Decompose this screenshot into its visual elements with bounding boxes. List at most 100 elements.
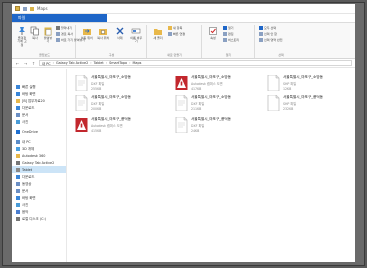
- drive-icon: [16, 167, 20, 172]
- forward-arrow-icon[interactable]: →: [23, 61, 28, 66]
- properties-check-icon: [209, 27, 217, 35]
- nav-item[interactable]: 음악: [12, 208, 66, 215]
- nav-item[interactable]: [B] 업무자료20: [12, 97, 66, 104]
- autocad-file-icon: [175, 75, 188, 91]
- ribbon-group-organize: 이동 위치 복사 위치 삭제 이름 바꾸기 구성: [77, 25, 147, 58]
- pin-quick-access-button[interactable]: 즐겨찾기에 고정: [17, 26, 27, 47]
- file-meta: 서울특별시_마포구_풍덕동 SHP 파일 232KB: [283, 95, 323, 111]
- copy-to-button[interactable]: 복사 위치: [97, 26, 111, 40]
- file-item[interactable]: 서울특별시_마포구_소망동 DXF 파일 255KB: [75, 74, 170, 92]
- ribbon-group-clipboard: 즐겨찾기에 고정 복사 붙여넣기 잘라내기 경로 복사 바로 가기 붙여넣기 클…: [14, 25, 85, 58]
- breadcrumb-item[interactable]: SmartTopo: [109, 61, 127, 65]
- copy-button[interactable]: 복사: [30, 26, 40, 40]
- breadcrumb[interactable]: 내 PC › Galaxy Tab Active2 › Tablet › SmartT…: [39, 60, 352, 66]
- delete-button[interactable]: 삭제: [113, 26, 127, 40]
- ribbon-tabs: 파일 홈 공유 보기: [12, 14, 355, 23]
- new-folder-icon: [154, 29, 162, 35]
- invert-selection-button[interactable]: 선택 영역 반전: [259, 38, 282, 42]
- select-none-label: 선택 안 함: [264, 32, 277, 36]
- file-item[interactable]: 서울특별시_마포구_풍덕동 SHP 파일 232KB: [267, 94, 355, 112]
- file-item[interactable]: 서울특별시_마포구_소망동 DXF 파일 211KB: [175, 94, 270, 112]
- nav-item-label: 사진: [22, 203, 29, 207]
- nav-item-label: 문서: [22, 189, 29, 193]
- nav-item[interactable]: 내 PC: [12, 138, 66, 145]
- file-name: 서울특별시_마포구_소망동: [191, 95, 231, 99]
- nav-item[interactable]: 로컬 디스크 (C:): [12, 215, 66, 222]
- select-small-buttons: 모두 선택 선택 안 함 선택 영역 반전: [259, 26, 282, 42]
- nav-item[interactable]: 사진: [12, 201, 66, 208]
- document-file-icon: [175, 94, 188, 112]
- ribbon-group-select: 모두 선택 선택 안 함 선택 영역 반전 선택: [256, 25, 306, 58]
- file-item[interactable]: 서울특별시_마포구_소망동 DXF 파일 200KB: [75, 94, 170, 112]
- quick-access-folder-icon[interactable]: [30, 6, 34, 11]
- history-button[interactable]: 히스토리: [223, 38, 239, 42]
- document-icon: [16, 112, 20, 117]
- file-item[interactable]: 서울특별시_마포구_풍덕동 Autodesk 캠퍼스 도면 415KB: [75, 117, 170, 133]
- nav-item[interactable]: Autodesk 360: [12, 152, 66, 159]
- easy-access-button[interactable]: 빠른 연결: [168, 32, 185, 36]
- nav-item[interactable]: 바탕 화면: [12, 194, 66, 201]
- select-none-button[interactable]: 선택 안 함: [259, 32, 282, 36]
- nav-item[interactable]: OneDrive: [12, 128, 66, 135]
- navigation-pane: 빠른 실행 바탕 화면 [B] 업무자료20 다운로드 문서 사진 OneDrive 내 PC…: [12, 69, 67, 262]
- nav-item[interactable]: 동영상: [12, 180, 66, 187]
- open-button[interactable]: 열기: [223, 26, 239, 30]
- ribbon-group-new: 새 폴더 새 항목 빠른 연결 새로 만들기: [148, 25, 202, 58]
- nav-item-label: OneDrive: [22, 129, 38, 134]
- desktop-icon: [16, 195, 20, 200]
- nav-item[interactable]: 문서: [12, 187, 66, 194]
- tablet-icon: [16, 160, 20, 165]
- breadcrumb-item[interactable]: 내 PC: [42, 61, 51, 66]
- pin-label: 즐겨찾기에 고정: [17, 36, 27, 47]
- back-arrow-icon[interactable]: ←: [15, 61, 20, 66]
- new-folder-button[interactable]: 새 폴더: [151, 26, 165, 40]
- file-item[interactable]: 서울특별시_마포구_소망동 Autodesk 캠퍼스 도면 417KB: [175, 75, 270, 91]
- file-name: 서울특별시_마포구_소망동: [283, 75, 323, 79]
- rename-button[interactable]: 이름 바꾸기: [130, 26, 144, 44]
- nav-item[interactable]: 사진: [12, 118, 66, 125]
- breadcrumb-item[interactable]: Maps: [133, 61, 142, 65]
- nav-item[interactable]: 문서: [12, 111, 66, 118]
- file-item[interactable]: 서울특별시_마포구_소망동 SHP 파일 12KB: [267, 74, 355, 92]
- file-name: 서울특별시_마포구_풍덕동: [283, 95, 323, 99]
- nav-item[interactable]: 다운로드: [12, 104, 66, 111]
- explorer-content: 빠른 실행 바탕 화면 [B] 업무자료20 다운로드 문서 사진 OneDrive 내 PC…: [12, 69, 355, 262]
- up-arrow-icon[interactable]: ↑: [31, 61, 36, 66]
- pin-icon: [19, 27, 25, 35]
- copy-to-label: 복사 위치: [97, 36, 110, 40]
- document-icon: [16, 188, 20, 193]
- nav-item[interactable]: 3D 개체: [12, 145, 66, 152]
- nav-item[interactable]: Galaxy Tab Active2: [12, 159, 66, 166]
- quick-access-save-icon[interactable]: [23, 6, 27, 11]
- breadcrumb-item[interactable]: Galaxy Tab Active2: [56, 61, 88, 65]
- cube-icon: [16, 146, 20, 151]
- download-icon: [16, 174, 20, 179]
- file-name: 서울특별시_마포구_소망동: [91, 75, 131, 79]
- shortcut-icon: [56, 38, 60, 42]
- nav-item-label: 사진: [22, 120, 29, 124]
- select-all-button[interactable]: 모두 선택: [259, 26, 282, 30]
- edit-button[interactable]: 편집: [223, 32, 239, 36]
- nav-item[interactable]: 바탕 화면: [12, 90, 66, 97]
- nav-item-label: Autodesk 360: [22, 153, 46, 158]
- move-to-button[interactable]: 이동 위치: [80, 26, 94, 40]
- tab-file[interactable]: 파일: [12, 14, 107, 22]
- new-item-icon: [168, 26, 172, 30]
- file-item[interactable]: 서울특별시_마포구_풍덕동 DXF 파일 24KB: [175, 116, 270, 134]
- paste-button[interactable]: 붙여넣기: [43, 26, 53, 44]
- nav-item[interactable]: Tablet: [12, 166, 66, 173]
- properties-button[interactable]: 속성: [206, 26, 220, 40]
- breadcrumb-item[interactable]: Tablet: [94, 61, 104, 65]
- file-size: 12KB: [283, 87, 292, 91]
- document-file-icon: [267, 74, 280, 92]
- nav-item[interactable]: 빠른 실행: [12, 83, 66, 90]
- video-icon: [16, 181, 20, 186]
- new-item-button[interactable]: 새 항목: [168, 26, 185, 30]
- clipboard-group-label: 클립보드: [38, 53, 51, 57]
- file-meta: 서울특별시_마포구_소망동 DXF 파일 211KB: [191, 95, 231, 111]
- chevron-right-icon: ›: [129, 61, 131, 65]
- edit-icon: [223, 32, 227, 36]
- file-meta: 서울특별시_마포구_소망동 Autodesk 캠퍼스 도면 417KB: [191, 75, 231, 91]
- nav-item[interactable]: 다운로드: [12, 173, 66, 180]
- file-size: 255KB: [91, 87, 102, 91]
